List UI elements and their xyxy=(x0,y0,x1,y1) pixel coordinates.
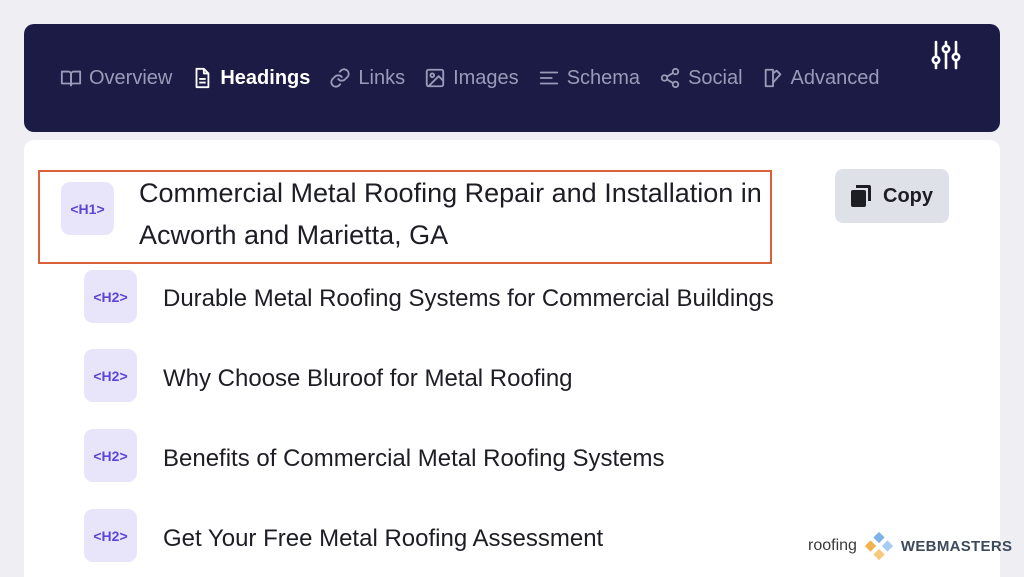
top-nav-bar: Overview Headings Links Images Schema So… xyxy=(24,24,1000,132)
logo-word-roofing: roofing xyxy=(808,537,857,554)
tab-images-label: Images xyxy=(453,66,519,89)
tab-social-label: Social xyxy=(688,66,743,89)
h2-tag: <H2> xyxy=(84,429,137,482)
tab-headings-label: Headings xyxy=(220,66,311,89)
tab-advanced[interactable]: Advanced xyxy=(762,67,880,90)
document-icon xyxy=(195,67,210,89)
list-icon xyxy=(539,71,558,85)
copy-button[interactable]: Copy xyxy=(835,169,949,223)
settings-button[interactable] xyxy=(930,40,962,70)
tab-advanced-label: Advanced xyxy=(790,66,880,89)
tab-overview[interactable]: Overview xyxy=(60,67,172,90)
tab-links-label: Links xyxy=(358,66,406,89)
tab-headings[interactable]: Headings xyxy=(191,67,310,90)
tab-links[interactable]: Links xyxy=(329,67,405,90)
link-icon xyxy=(330,68,350,88)
logo-mark-icon xyxy=(864,531,894,561)
h2-heading-text: Why Choose Bluroof for Metal Roofing xyxy=(163,365,573,392)
h2-tag: <H2> xyxy=(84,509,137,562)
h2-heading-text: Benefits of Commercial Metal Roofing Sys… xyxy=(163,445,665,472)
h1-heading-text: Commercial Metal Roofing Repair and Inst… xyxy=(139,178,762,250)
tab-social[interactable]: Social xyxy=(659,66,743,90)
share-icon xyxy=(660,67,680,89)
h2-heading-text: Get Your Free Metal Roofing Assessment xyxy=(163,525,604,552)
logo-word-webmasters: WEBMASTERS xyxy=(900,537,1013,555)
clipboard-icon xyxy=(851,185,871,207)
tab-schema-label: Schema xyxy=(566,66,641,89)
tab-overview-label: Overview xyxy=(89,66,173,89)
h1-tag: <H1> xyxy=(61,182,114,235)
sliders-icon xyxy=(931,40,961,70)
cube-icon xyxy=(764,68,781,88)
copy-button-label: Copy xyxy=(883,184,933,207)
h2-tag: <H2> xyxy=(84,349,137,402)
image-icon xyxy=(425,68,445,88)
h2-heading-text: Durable Metal Roofing Systems for Commer… xyxy=(163,285,774,312)
tab-schema[interactable]: Schema xyxy=(538,67,640,90)
book-icon xyxy=(60,70,82,87)
h2-tag: <H2> xyxy=(84,270,137,323)
roofing-webmasters-logo: roofing WEBMASTERS xyxy=(808,527,1012,565)
tab-images[interactable]: Images xyxy=(424,67,519,90)
